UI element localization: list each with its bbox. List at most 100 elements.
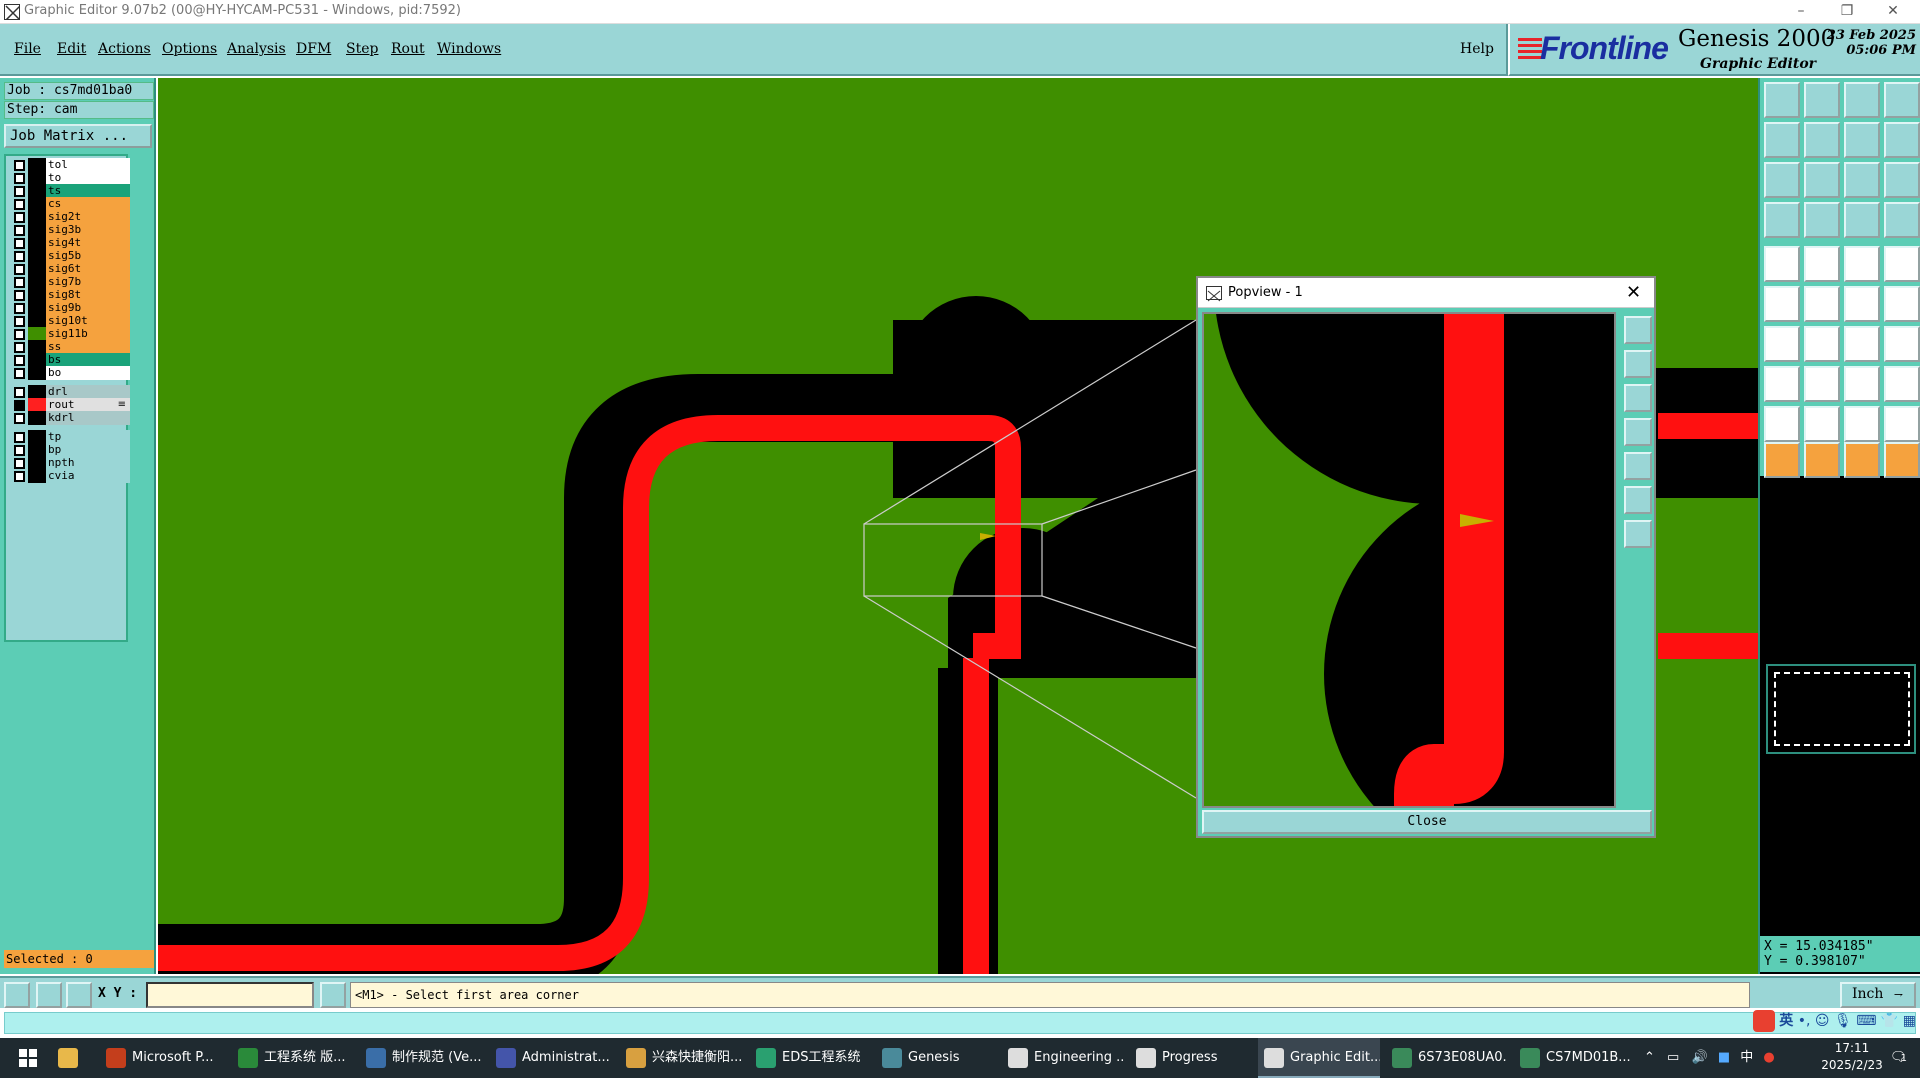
layers-red-alt-icon[interactable] <box>1884 202 1920 238</box>
input-strip-field[interactable] <box>4 1012 1916 1034</box>
shapes-icon[interactable] <box>1884 366 1920 402</box>
layer-row-npth[interactable]: npth <box>8 456 130 470</box>
layer-checkbox[interactable] <box>14 413 25 424</box>
layer-row-drl[interactable]: drl <box>8 385 130 399</box>
connect-alt-icon[interactable] <box>1884 286 1920 322</box>
menu-file[interactable]: File <box>14 41 41 57</box>
help-icon[interactable] <box>1884 162 1920 198</box>
layer-checkbox[interactable] <box>14 329 25 340</box>
taskbar-item[interactable]: Microsoft P... <box>100 1038 224 1078</box>
pointer-alt-icon[interactable] <box>1844 442 1880 478</box>
unit-selector[interactable]: Inch ⇁ <box>1840 982 1916 1008</box>
menu-help[interactable]: Help <box>1460 41 1494 57</box>
xy-input[interactable] <box>146 982 314 1008</box>
layer-checkbox[interactable] <box>14 355 25 366</box>
pointer-select-icon[interactable] <box>1804 442 1840 478</box>
layer-checkbox[interactable] <box>14 199 25 210</box>
angle-icon[interactable] <box>1764 326 1800 362</box>
grid-mode-icon[interactable] <box>66 982 92 1008</box>
layer-row-sig4t[interactable]: sig4t <box>8 236 130 250</box>
popview-close-button[interactable]: Close <box>1202 810 1652 834</box>
popview-title-bar[interactable]: Popview - 1 ✕ <box>1198 278 1654 308</box>
layer-checkbox[interactable] <box>14 186 25 197</box>
layer-row-cs[interactable]: cs <box>8 197 130 211</box>
window-close-button[interactable]: ✕ <box>1870 0 1916 24</box>
layer-row-kdrl[interactable]: kdrl <box>8 411 130 425</box>
zoom-fit-icon[interactable] <box>1764 162 1800 198</box>
layer-checkbox[interactable] <box>14 445 25 456</box>
taskbar-item[interactable]: Administrat... <box>490 1038 614 1078</box>
taskbar-item[interactable]: 工程系统 版... <box>232 1038 354 1078</box>
layer-row-sig11b[interactable]: sig11b <box>8 327 130 341</box>
draw-mode-icon[interactable] <box>36 982 62 1008</box>
triangle-lines-icon[interactable] <box>1804 406 1840 442</box>
split-view-icon[interactable] <box>1884 82 1920 118</box>
layer-row-sig10t[interactable]: sig10t <box>8 314 130 328</box>
layer-row-sig8t[interactable]: sig8t <box>8 288 130 302</box>
pointer-multi-icon[interactable] <box>1884 442 1920 478</box>
layer-row-sig5b[interactable]: sig5b <box>8 249 130 263</box>
layer-row-bo[interactable]: bo <box>8 366 130 380</box>
grid-menu-icon[interactable]: ▦ <box>1903 1013 1916 1029</box>
triangle-b-icon[interactable] <box>1884 406 1920 442</box>
select-mode-icon[interactable] <box>4 982 30 1008</box>
layer-row-sig2t[interactable]: sig2t <box>8 210 130 224</box>
arc-icon[interactable] <box>1844 326 1880 362</box>
layer-checkbox[interactable] <box>14 471 25 482</box>
home-top-icon[interactable] <box>1764 82 1800 118</box>
layer-checkbox[interactable] <box>14 342 25 353</box>
taskbar-item[interactable]: Progress <box>1130 1038 1252 1078</box>
cross-icon[interactable] <box>1804 286 1840 322</box>
layer-checkbox[interactable] <box>14 387 25 398</box>
gauge-icon[interactable] <box>1764 202 1800 238</box>
ruler-icon[interactable] <box>1844 246 1880 282</box>
sogou-icon[interactable] <box>1752 1010 1775 1032</box>
start-button[interactable] <box>10 1038 46 1078</box>
layer-checkbox[interactable] <box>14 368 25 379</box>
tray-chevron-icon[interactable]: ⌃ <box>1644 1050 1655 1065</box>
clock[interactable]: 17:11 2025/2/23 <box>1812 1040 1892 1074</box>
connect-icon[interactable] <box>1844 286 1880 322</box>
popview-fit-button[interactable] <box>1624 316 1652 344</box>
layer-checkbox[interactable] <box>14 290 25 301</box>
popview-zoom-in-button[interactable] <box>1624 486 1652 514</box>
grid-icon[interactable] <box>1804 202 1840 238</box>
layer-row-sig3b[interactable]: sig3b <box>8 223 130 237</box>
menu-windows[interactable]: Windows <box>437 41 501 57</box>
layer-row-sig7b[interactable]: sig7b <box>8 275 130 289</box>
layer-row-tol[interactable]: tol <box>8 158 130 172</box>
menu-options[interactable]: Options <box>162 41 217 57</box>
menu-edit[interactable]: Edit <box>57 41 86 57</box>
minimize-button[interactable]: – <box>1778 0 1824 24</box>
taskbar-item[interactable]: 6S73E08UA0... <box>1386 1038 1508 1078</box>
taskbar-item[interactable]: EDS工程系统 <box>750 1038 870 1078</box>
popview-window[interactable]: Popview - 1 ✕ Close <box>1196 276 1656 838</box>
pointer-icon[interactable] <box>1764 442 1800 478</box>
tray-tablet-icon[interactable]: ▭ <box>1667 1050 1679 1065</box>
popview-pan-left-button[interactable] <box>1624 418 1652 446</box>
volume-icon[interactable]: 🔊 <box>1691 1050 1707 1065</box>
layer-row-to[interactable]: to <box>8 171 130 185</box>
overview-window[interactable] <box>1766 664 1916 754</box>
popview-canvas[interactable] <box>1202 312 1616 808</box>
layer-row-rout[interactable]: rout ≡ <box>8 398 130 412</box>
layer-checkbox[interactable] <box>14 251 25 262</box>
scale-1-2-icon[interactable] <box>1844 162 1880 198</box>
sogou-tray-icon[interactable]: ● <box>1763 1050 1774 1065</box>
layer-row-ts[interactable]: ts <box>8 184 130 198</box>
popview-close-icon[interactable]: ✕ <box>1626 282 1641 303</box>
mirror-icon[interactable] <box>1844 122 1880 158</box>
line-icon[interactable] <box>1804 326 1840 362</box>
layer-row-cvia[interactable]: cvia <box>8 469 130 483</box>
punct-icon[interactable]: •, <box>1798 1013 1811 1029</box>
emoji-icon[interactable]: ☺ <box>1815 1013 1830 1029</box>
layer-checkbox[interactable] <box>14 264 25 275</box>
stretch-icon[interactable] <box>1884 326 1920 362</box>
layer-row-sig9b[interactable]: sig9b <box>8 301 130 315</box>
restore-button[interactable]: ❐ <box>1824 0 1870 24</box>
taskbar-item[interactable]: Engineering ... <box>1002 1038 1124 1078</box>
dot-icon[interactable] <box>1884 246 1920 282</box>
pad-add-icon[interactable] <box>1764 366 1800 402</box>
snap-icon[interactable] <box>1884 122 1920 158</box>
menu-dfm[interactable]: DFM <box>296 41 331 57</box>
